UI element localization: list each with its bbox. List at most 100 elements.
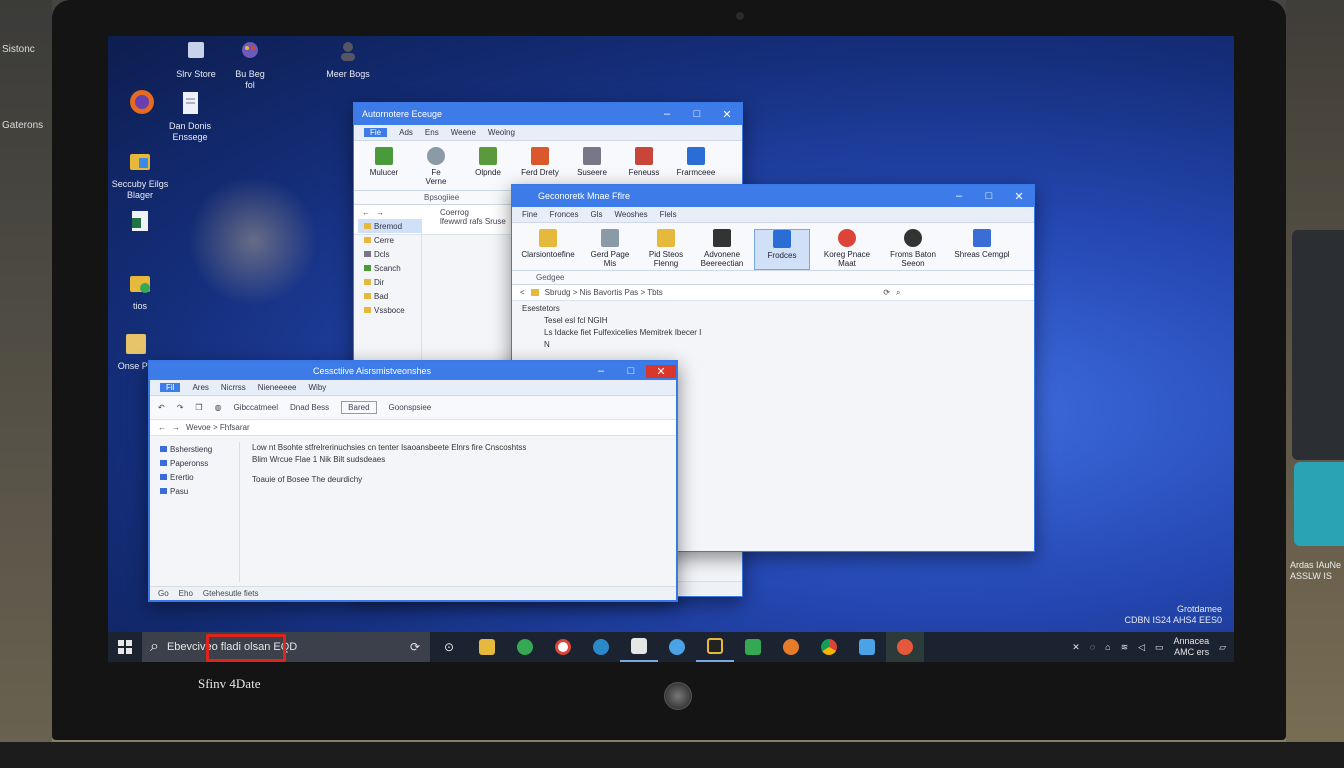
taskbar-app[interactable] — [544, 632, 582, 662]
menu-item[interactable]: Wiby — [309, 383, 327, 392]
desktop-icon-paint[interactable]: Bu Beg fol — [218, 38, 282, 91]
desktop-icon-folder[interactable]: tios — [108, 270, 172, 312]
back-arrow-icon[interactable]: ← — [158, 423, 166, 432]
back-arrow-icon[interactable]: < — [520, 288, 525, 297]
close-button[interactable]: ✕ — [1004, 190, 1034, 203]
desktop-icon-people[interactable]: Meer Bogs — [316, 38, 380, 80]
toolbar-button[interactable]: Bared — [341, 401, 377, 414]
ribbon-button[interactable]: Froms Baton Seeon — [884, 229, 942, 270]
close-button[interactable]: ✕ — [712, 108, 742, 121]
chevron-up-icon[interactable]: ✕ — [1072, 642, 1080, 653]
nav-item[interactable]: Bad — [358, 289, 421, 303]
copy-icon[interactable]: ❐ — [195, 403, 202, 412]
menu-item[interactable]: Ads — [399, 128, 413, 137]
ribbon-button[interactable]: Advonene Beereectian — [698, 229, 746, 270]
search-icon[interactable]: ⌕ — [896, 288, 1026, 298]
maximize-button[interactable]: □ — [616, 365, 646, 377]
nav-item[interactable]: Cerre — [358, 233, 421, 247]
start-button[interactable] — [108, 632, 142, 662]
task-view-button[interactable]: ⊙ — [430, 632, 468, 662]
taskbar-app[interactable] — [582, 632, 620, 662]
minimize-button[interactable]: – — [944, 190, 974, 202]
menu-item[interactable]: Weene — [451, 128, 476, 137]
toolbar-label[interactable]: Goonspsiee — [389, 403, 432, 412]
ribbon-button[interactable]: Gerd Page Mis — [586, 229, 634, 270]
nav-item[interactable]: Dcls — [358, 247, 421, 261]
redo-icon[interactable]: ↷ — [177, 403, 184, 412]
forward-arrow-icon[interactable]: → — [172, 423, 180, 432]
forward-arrow-icon[interactable]: → — [376, 208, 384, 217]
back-arrow-icon[interactable]: ← — [362, 208, 370, 217]
ribbon-button[interactable]: Olpnde — [464, 147, 512, 190]
minimize-button[interactable]: – — [586, 365, 616, 377]
security-icon — [859, 639, 875, 655]
close-button[interactable]: ✕ — [646, 364, 676, 378]
nav-item[interactable]: Dir — [358, 275, 421, 289]
taskbar-app[interactable] — [886, 632, 924, 662]
nav-item[interactable]: Paperonss — [154, 456, 239, 470]
menu-item[interactable]: Nicrrss — [221, 383, 246, 392]
taskbar-app[interactable] — [620, 632, 658, 662]
menu-item[interactable]: Fine — [522, 210, 538, 219]
maximize-button[interactable]: □ — [682, 108, 712, 120]
nav-item[interactable]: Vssboce — [358, 303, 421, 317]
camera-icon — [897, 639, 913, 655]
menu-item[interactable]: Ens — [425, 128, 439, 137]
taskbar-app[interactable] — [696, 632, 734, 662]
ribbon-button[interactable]: Fe Verne — [412, 147, 460, 190]
toolbar-label[interactable]: Dnad Bess — [290, 403, 329, 412]
menu-item[interactable]: Weolng — [488, 128, 515, 137]
taskbar-app[interactable] — [734, 632, 772, 662]
ribbon-button[interactable]: Clarsiontoefine — [518, 229, 578, 270]
desktop-icon-document[interactable]: Dan Donis Enssege — [158, 90, 222, 143]
taskbar-app[interactable] — [468, 632, 506, 662]
taskbar-app[interactable] — [810, 632, 848, 662]
ribbon-button[interactable]: Shreas Cemgpl — [950, 229, 1014, 270]
title-bar[interactable]: Cessctiive Aisrsmistveonshes – □ ✕ — [150, 362, 676, 380]
globe-icon[interactable]: ◍ — [215, 403, 222, 412]
ribbon-button[interactable]: Pid Steos Flenng — [642, 229, 690, 270]
network-icon[interactable]: ◌ — [1090, 642, 1095, 652]
nav-item[interactable]: Bremod — [358, 219, 421, 233]
battery-icon[interactable]: ▭ — [1155, 642, 1164, 653]
refresh-icon[interactable]: ⟳ — [883, 288, 890, 297]
desktop-icon-excel[interactable] — [108, 208, 172, 239]
title-bar[interactable]: Geconoretk Mnae Fflre – □ ✕ — [512, 185, 1034, 207]
scan-icon[interactable]: ⟳ — [410, 640, 420, 654]
volume-icon[interactable]: ◁ — [1138, 642, 1145, 653]
folder-icon — [130, 154, 150, 170]
maximize-button[interactable]: □ — [974, 190, 1004, 202]
taskbar-app[interactable] — [658, 632, 696, 662]
address-bar[interactable]: ← → Wevoe > Fhfsarar — [150, 420, 676, 436]
ribbon-button[interactable]: Koreg Pnace Maat — [818, 229, 876, 270]
window-front[interactable]: Cessctiive Aisrsmistveonshes – □ ✕ Fil A… — [148, 360, 678, 602]
ribbon-button-selected[interactable]: Frodces — [754, 229, 810, 270]
taskbar-app[interactable] — [848, 632, 886, 662]
menu-item[interactable]: Fil — [160, 383, 181, 392]
menu-item[interactable]: Fronces — [550, 210, 579, 219]
undo-icon[interactable]: ↶ — [158, 403, 165, 412]
notification-icon[interactable]: ▱ — [1219, 642, 1226, 653]
wifi-icon[interactable]: ≋ — [1121, 642, 1129, 653]
menu-item[interactable]: Gls — [590, 210, 602, 219]
home-icon[interactable]: ⌂ — [1105, 642, 1110, 652]
menu-item[interactable]: Weoshes — [614, 210, 647, 219]
nav-item[interactable]: Bsherstieng — [154, 442, 239, 456]
address-bar[interactable]: < Sbrudg > Nis Bavortis Pas > Tbts ⟳ ⌕ — [512, 285, 1034, 301]
ribbon-button[interactable]: Mulucer — [360, 147, 408, 190]
toolbar-label[interactable]: Gibccatmeel — [234, 403, 278, 412]
desktop-icon-folder[interactable]: Seccuby Eilgs Blager — [108, 148, 172, 201]
menu-item[interactable]: Nieneeeee — [258, 383, 297, 392]
clock[interactable]: Annacea AMC ers — [1174, 636, 1210, 658]
menu-item[interactable]: Ares — [192, 383, 208, 392]
nav-item[interactable]: Scanch — [358, 261, 421, 275]
nav-item[interactable]: Erertio — [154, 470, 239, 484]
search-box[interactable]: ⌕ Ebevciveo fladi olsan EQD ⟳ — [142, 632, 430, 662]
taskbar-app[interactable] — [506, 632, 544, 662]
taskbar-app[interactable] — [772, 632, 810, 662]
menu-item[interactable]: Flels — [660, 210, 677, 219]
menu-item[interactable]: Fie — [364, 128, 388, 137]
nav-item[interactable]: Pasu — [154, 484, 239, 498]
minimize-button[interactable]: – — [652, 108, 682, 120]
title-bar[interactable]: Autornotere Eceuge – □ ✕ — [354, 103, 742, 125]
